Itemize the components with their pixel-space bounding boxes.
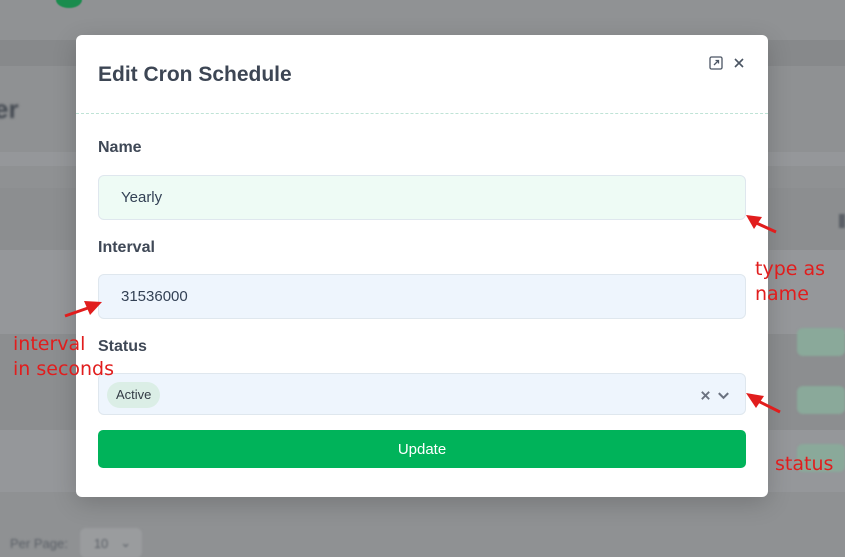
annotation-text: type as (755, 258, 826, 280)
annotation-name-note: type as name (755, 257, 825, 307)
interval-label: Interval (98, 239, 155, 256)
annotation-status-note: status (775, 453, 834, 475)
background-glyph (839, 214, 845, 228)
background-badge (797, 386, 845, 414)
status-selected-tag: Active (107, 382, 161, 408)
close-icon[interactable] (731, 55, 747, 71)
annotation-text: in seconds (13, 358, 115, 380)
annotation-arrow-interval (64, 301, 102, 318)
status-select[interactable]: Active (98, 373, 746, 415)
expand-icon[interactable] (708, 55, 724, 71)
interval-input[interactable] (98, 274, 746, 319)
edit-cron-schedule-modal: Edit Cron Schedule Name Interval Status … (76, 35, 768, 497)
annotation-interval-note: interval in seconds (13, 332, 114, 382)
annotation-text: interval (13, 333, 86, 355)
background-badge (797, 328, 845, 356)
background-heading: er (0, 94, 19, 124)
background-topbar (0, 0, 845, 40)
annotation-arrow-name (746, 215, 777, 234)
modal-header: Edit Cron Schedule (76, 35, 768, 114)
annotation-text: name (755, 283, 809, 305)
modal-title: Edit Cron Schedule (98, 63, 292, 86)
name-input[interactable] (98, 175, 746, 220)
background-pagination: Per Page: 10 ⌄ (10, 528, 142, 557)
annotation-arrow-status (746, 393, 781, 414)
clear-icon[interactable] (699, 389, 711, 401)
chevron-down-icon[interactable] (715, 387, 731, 403)
update-button[interactable]: Update (98, 430, 746, 468)
name-label: Name (98, 139, 142, 156)
